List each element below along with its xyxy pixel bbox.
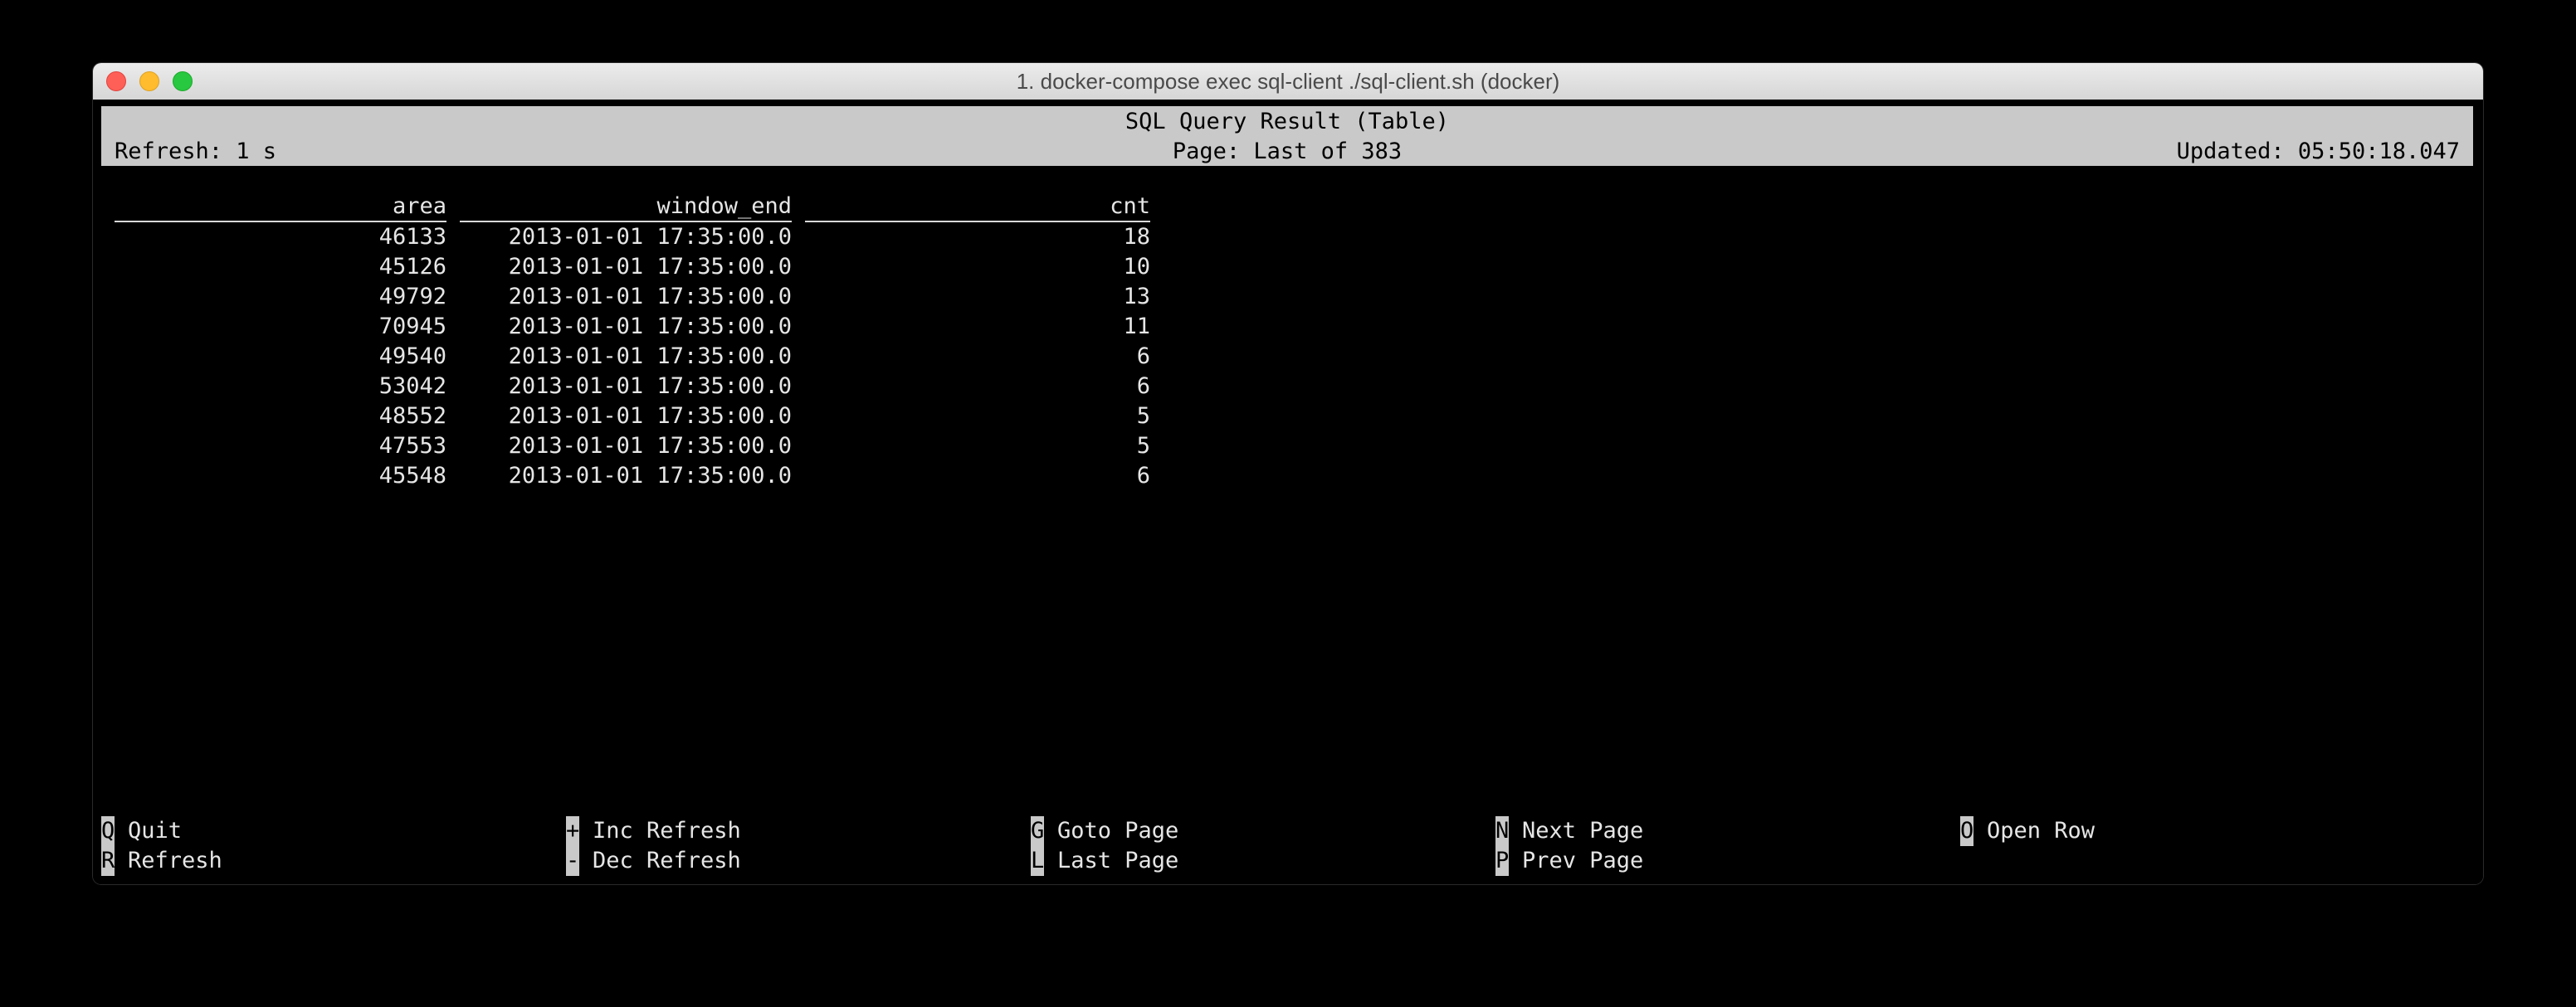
cell-area: 46133: [378, 224, 446, 250]
terminal-content[interactable]: SQL Query Result (Table) Refresh: 1 s Pa…: [93, 100, 2483, 884]
cell-area: 53042: [378, 373, 446, 399]
shortcut-label: Refresh: [128, 848, 222, 873]
table-row[interactable]: 45548 2013-01-01 17:35:00.0 6: [93, 461, 1172, 491]
shortcut-open-row[interactable]: O Open Row: [1960, 816, 2095, 846]
shortcut-key: -: [566, 846, 579, 876]
table-row[interactable]: 53042 2013-01-01 17:35:00.0 6: [93, 372, 1172, 401]
shortcut-last-page[interactable]: L Last Page: [1031, 846, 1178, 876]
table-row[interactable]: 47553 2013-01-01 17:35:00.0 5: [93, 431, 1172, 461]
column-header-cnt: cnt: [805, 192, 1150, 222]
cell-window-end: 2013-01-01 17:35:00.0: [508, 343, 792, 369]
shortcut-dec-refresh[interactable]: - Dec Refresh: [566, 846, 741, 876]
shortcut-label: Next Page: [1522, 818, 1644, 844]
shortcut-label: Dec Refresh: [593, 848, 741, 873]
shortcut-label: Quit: [128, 818, 183, 844]
page-indicator: Page: Last of 383: [1172, 139, 1403, 164]
cell-area: 47553: [378, 433, 446, 459]
cell-window-end: 2013-01-01 17:35:00.0: [508, 403, 792, 429]
shortcut-key: P: [1495, 846, 1509, 876]
shortcut-key: Q: [101, 816, 115, 846]
shortcut-key: N: [1495, 816, 1509, 846]
cell-area: 45548: [378, 463, 446, 489]
shortcut-key: G: [1031, 816, 1044, 846]
cell-window-end: 2013-01-01 17:35:00.0: [508, 433, 792, 459]
cell-area: 70945: [378, 314, 446, 339]
result-title: SQL Query Result (Table): [1125, 109, 1450, 134]
shortcut-label: Open Row: [1987, 818, 2095, 844]
shortcut-key: O: [1960, 816, 1973, 846]
terminal-window: 1. docker-compose exec sql-client ./sql-…: [93, 63, 2483, 884]
shortcut-prev-page[interactable]: P Prev Page: [1495, 846, 1643, 876]
shortcut-key: +: [566, 816, 579, 846]
cell-cnt: 6: [1136, 463, 1150, 489]
cell-cnt: 6: [1136, 343, 1150, 369]
shortcut-label: Prev Page: [1522, 848, 1644, 873]
shortcut-inc-refresh[interactable]: + Inc Refresh: [566, 816, 741, 846]
cell-area: 48552: [378, 403, 446, 429]
shortcut-quit[interactable]: Q Quit: [101, 816, 182, 846]
table-row[interactable]: 70945 2013-01-01 17:35:00.0 11: [93, 312, 1172, 342]
cell-window-end: 2013-01-01 17:35:00.0: [508, 463, 792, 489]
shortcut-label: Goto Page: [1057, 818, 1179, 844]
cell-area: 45126: [378, 254, 446, 280]
table-row[interactable]: 46133 2013-01-01 17:35:00.0 18: [93, 222, 1172, 252]
title-bar[interactable]: 1. docker-compose exec sql-client ./sql-…: [93, 63, 2483, 100]
cell-window-end: 2013-01-01 17:35:00.0: [508, 224, 792, 250]
cell-cnt: 10: [1123, 254, 1150, 280]
cell-area: 49792: [378, 284, 446, 309]
shortcut-next-page[interactable]: N Next Page: [1495, 816, 1643, 846]
cell-cnt: 6: [1136, 373, 1150, 399]
keyboard-shortcuts-footer: Q Quit R Refresh + Inc Refresh - Dec Refresh…: [101, 816, 2473, 876]
cell-window-end: 2013-01-01 17:35:00.0: [508, 373, 792, 399]
cell-window-end: 2013-01-01 17:35:00.0: [508, 254, 792, 280]
column-header-window-end: window_end: [460, 192, 792, 222]
cell-cnt: 11: [1123, 314, 1150, 339]
cell-window-end: 2013-01-01 17:35:00.0: [508, 314, 792, 339]
column-header-area: area: [115, 192, 446, 222]
table-row[interactable]: 45126 2013-01-01 17:35:00.0 10: [93, 252, 1172, 282]
table-row[interactable]: 49792 2013-01-01 17:35:00.0 13: [93, 282, 1172, 312]
shortcut-goto-page[interactable]: G Goto Page: [1031, 816, 1178, 846]
shortcut-label: Last Page: [1057, 848, 1179, 873]
cell-window-end: 2013-01-01 17:35:00.0: [508, 284, 792, 309]
cell-cnt: 5: [1136, 433, 1150, 459]
shortcut-key: R: [101, 846, 115, 876]
cell-area: 49540: [378, 343, 446, 369]
shortcut-key: L: [1031, 846, 1044, 876]
table-row[interactable]: 48552 2013-01-01 17:35:00.0 5: [93, 401, 1172, 431]
shortcut-label: Inc Refresh: [593, 818, 741, 844]
result-header-bar: SQL Query Result (Table) Refresh: 1 s Pa…: [101, 106, 2473, 166]
window-title: 1. docker-compose exec sql-client ./sql-…: [1016, 69, 1560, 94]
updated-timestamp: Updated: 05:50:18.047: [2176, 139, 2460, 164]
table-row[interactable]: 49540 2013-01-01 17:35:00.0 6: [93, 342, 1172, 372]
shortcut-refresh[interactable]: R Refresh: [101, 846, 222, 876]
cell-cnt: 5: [1136, 403, 1150, 429]
cell-cnt: 13: [1123, 284, 1150, 309]
cell-cnt: 18: [1123, 224, 1150, 250]
